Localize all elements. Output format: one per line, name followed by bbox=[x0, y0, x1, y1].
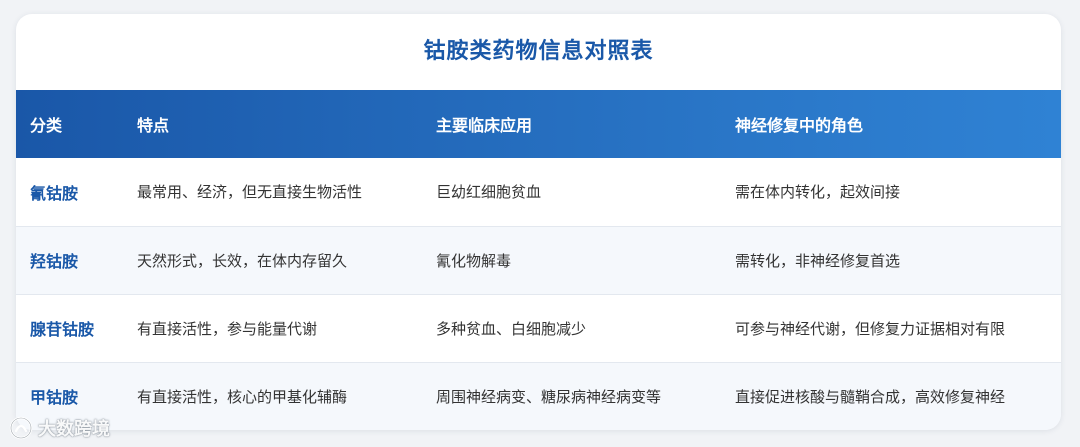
watermark: 大数跨境 bbox=[8, 415, 110, 441]
cell-clinical-use: 周围神经病变、糖尿病神经病变等 bbox=[436, 387, 662, 406]
header-features: 特点 bbox=[137, 116, 170, 135]
comparison-table: 分类 特点 主要临床应用 神经修复中的角色 氰钴胺 最常用、经济，但无直接生物活… bbox=[16, 90, 1061, 430]
cell-features: 最常用、经济，但无直接生物活性 bbox=[137, 183, 363, 202]
info-table-card: 钴胺类药物信息对照表 分类 特点 主要临床应用 神经修复中的角色 氰钴胺 最常用… bbox=[16, 14, 1061, 430]
brand-logo-icon bbox=[9, 416, 33, 440]
cell-nerve-role: 需在体内转化，起效间接 bbox=[735, 183, 901, 202]
cell-features: 有直接活性，核心的甲基化辅酶 bbox=[137, 387, 348, 406]
cell-nerve-role: 可参与神经代谢，但修复力证据相对有限 bbox=[735, 319, 1006, 338]
watermark-text: 大数跨境 bbox=[38, 419, 110, 440]
cell-category: 羟钴胺 bbox=[30, 252, 79, 271]
table-header-row: 分类 特点 主要临床应用 神经修复中的角色 bbox=[16, 90, 1061, 158]
cell-nerve-role: 直接促进核酸与髓鞘合成，高效修复神经 bbox=[735, 387, 1006, 406]
cell-category: 氰钴胺 bbox=[30, 183, 79, 203]
cell-features: 天然形式，长效，在体内存留久 bbox=[137, 251, 348, 270]
header-nerve-role: 神经修复中的角色 bbox=[735, 116, 864, 135]
header-clinical-use: 主要临床应用 bbox=[436, 116, 533, 135]
table-row: 羟钴胺 天然形式，长效，在体内存留久 氰化物解毒 需转化，非神经修复首选 bbox=[16, 226, 1061, 294]
cell-features: 有直接活性，参与能量代谢 bbox=[137, 319, 318, 338]
table-row: 氰钴胺 最常用、经济，但无直接生物活性 巨幼红细胞贫血 需在体内转化，起效间接 bbox=[16, 158, 1061, 226]
table-row: 甲钴胺 有直接活性，核心的甲基化辅酶 周围神经病变、糖尿病神经病变等 直接促进核… bbox=[16, 362, 1061, 430]
cell-clinical-use: 巨幼红细胞贫血 bbox=[436, 183, 542, 202]
header-category: 分类 bbox=[30, 116, 63, 135]
table-row: 腺苷钴胺 有直接活性，参与能量代谢 多种贫血、白细胞减少 可参与神经代谢，但修复… bbox=[16, 294, 1061, 362]
cell-nerve-role: 需转化，非神经修复首选 bbox=[735, 251, 901, 270]
cell-clinical-use: 多种贫血、白细胞减少 bbox=[436, 319, 587, 338]
cell-clinical-use: 氰化物解毒 bbox=[436, 251, 512, 270]
table-title: 钴胺类药物信息对照表 bbox=[423, 39, 654, 64]
cell-category: 腺苷钴胺 bbox=[30, 320, 95, 339]
